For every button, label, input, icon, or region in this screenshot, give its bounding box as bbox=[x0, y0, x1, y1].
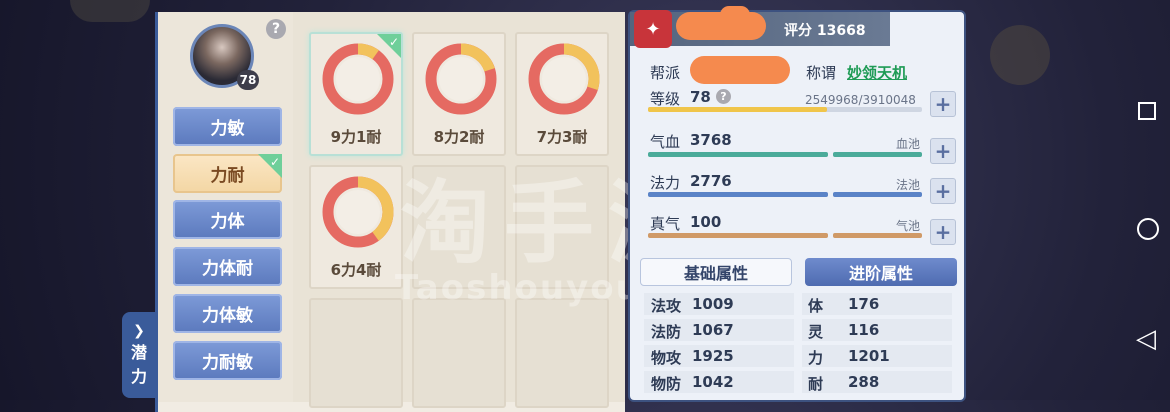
level-value: 78 bbox=[690, 88, 711, 106]
stat-value: 1067 bbox=[692, 321, 734, 339]
plan-slot[interactable]: 8力2耐 bbox=[412, 32, 506, 156]
qi-bar bbox=[648, 233, 828, 238]
score: 评分 13668 bbox=[784, 23, 866, 39]
avatar-level-badge: 78 bbox=[237, 70, 259, 90]
level-help-icon[interactable]: ? bbox=[716, 89, 731, 104]
plan-slot-label: 6力4耐 bbox=[330, 261, 382, 279]
mp-value: 2776 bbox=[690, 172, 732, 190]
qi-pool-bar bbox=[833, 233, 922, 238]
recent-apps-icon[interactable] bbox=[1138, 102, 1156, 120]
hp-pool-bar bbox=[833, 152, 922, 157]
stat-label: 法防 bbox=[651, 323, 682, 341]
exp-bar bbox=[648, 107, 922, 112]
stat-label: 灵 bbox=[808, 323, 824, 341]
side-tab-label-2: 力 bbox=[130, 367, 147, 386]
ratio-donut-chart bbox=[425, 43, 497, 115]
stat-value: 1925 bbox=[692, 347, 734, 365]
selected-check-icon: ✓ bbox=[258, 154, 282, 178]
plan-button[interactable]: 力体敏 bbox=[173, 294, 282, 333]
hp-pool-label: 血池 bbox=[896, 137, 921, 151]
title-value[interactable]: 妙领天机 bbox=[847, 62, 907, 83]
add-level-button[interactable]: + bbox=[930, 91, 956, 117]
plan-button[interactable]: 力体耐 bbox=[173, 247, 282, 286]
help-icon[interactable]: ? bbox=[266, 19, 286, 39]
plan-slot-label: 8力2耐 bbox=[433, 128, 485, 146]
stat-label: 耐 bbox=[808, 375, 824, 393]
stat-value: 1009 bbox=[692, 295, 734, 313]
qi-label: 真气 bbox=[650, 215, 681, 233]
add-mp-button[interactable]: + bbox=[930, 178, 956, 204]
stat-value: 116 bbox=[848, 321, 880, 339]
level-label: 等级 bbox=[650, 90, 681, 108]
plan-slot[interactable]: 7力3耐 bbox=[515, 32, 609, 156]
plan-slot[interactable]: 9力1耐 ✓ bbox=[309, 32, 403, 156]
stat-label: 法攻 bbox=[651, 297, 682, 315]
mp-pool-bar bbox=[833, 192, 922, 197]
mp-bar bbox=[648, 192, 828, 197]
chevron-right-icon: ❯ bbox=[133, 323, 145, 339]
backdrop-decoration bbox=[990, 25, 1050, 85]
tab-basic-attributes[interactable]: 基础属性 bbox=[640, 258, 792, 286]
ratio-donut-chart bbox=[322, 176, 394, 248]
plan-button[interactable]: 力体 bbox=[173, 200, 282, 239]
stat-label: 物防 bbox=[651, 375, 682, 393]
stat-value: 176 bbox=[848, 295, 880, 313]
stat-value: 1201 bbox=[848, 347, 890, 365]
exp-bar-fill bbox=[648, 107, 827, 112]
redaction-mark bbox=[720, 6, 750, 24]
home-icon[interactable] bbox=[1137, 218, 1159, 240]
guild-label: 帮派 bbox=[650, 64, 681, 82]
exp-text: 2549968/3910048 bbox=[805, 93, 916, 107]
plan-slot-label: 9力1耐 bbox=[330, 128, 382, 146]
add-qi-button[interactable]: + bbox=[930, 219, 956, 245]
plan-button[interactable]: 力敏 bbox=[173, 107, 282, 146]
stat-value: 1042 bbox=[692, 373, 734, 391]
sect-emblem-icon: ✦ bbox=[634, 10, 672, 48]
potential-side-tab[interactable]: ❯ 潜 力 bbox=[122, 312, 156, 398]
qi-value: 100 bbox=[690, 213, 722, 231]
hp-value: 3768 bbox=[690, 131, 732, 149]
stat-label: 体 bbox=[808, 297, 824, 315]
plan-slot[interactable]: 6力4耐 bbox=[309, 165, 403, 289]
ratio-donut-chart bbox=[528, 43, 600, 115]
hp-bar bbox=[648, 152, 828, 157]
hp-label: 气血 bbox=[650, 133, 681, 151]
selected-check-icon: ✓ bbox=[377, 34, 401, 58]
backdrop-decoration bbox=[70, 0, 150, 22]
side-tab-label-1: 潜 bbox=[130, 343, 147, 362]
stat-label: 力 bbox=[808, 349, 824, 367]
guild-name-redacted bbox=[690, 56, 790, 84]
stat-value: 288 bbox=[848, 373, 880, 391]
plan-slot-label: 7力3耐 bbox=[536, 128, 588, 146]
plan-button[interactable]: 力耐敏 bbox=[173, 341, 282, 380]
qi-pool-label: 气池 bbox=[896, 219, 921, 233]
title-label: 称谓 bbox=[806, 64, 837, 82]
stat-label: 物攻 bbox=[651, 349, 682, 367]
back-icon[interactable]: ◁ bbox=[1136, 326, 1156, 352]
mp-pool-label: 法池 bbox=[896, 178, 921, 192]
empty-plan-slot[interactable] bbox=[515, 298, 609, 408]
empty-plan-slot[interactable] bbox=[309, 298, 403, 408]
add-hp-button[interactable]: + bbox=[930, 138, 956, 164]
empty-plan-slot[interactable] bbox=[412, 298, 506, 408]
tab-advanced-attributes[interactable]: 进阶属性 bbox=[805, 258, 957, 286]
mp-label: 法力 bbox=[650, 174, 681, 192]
